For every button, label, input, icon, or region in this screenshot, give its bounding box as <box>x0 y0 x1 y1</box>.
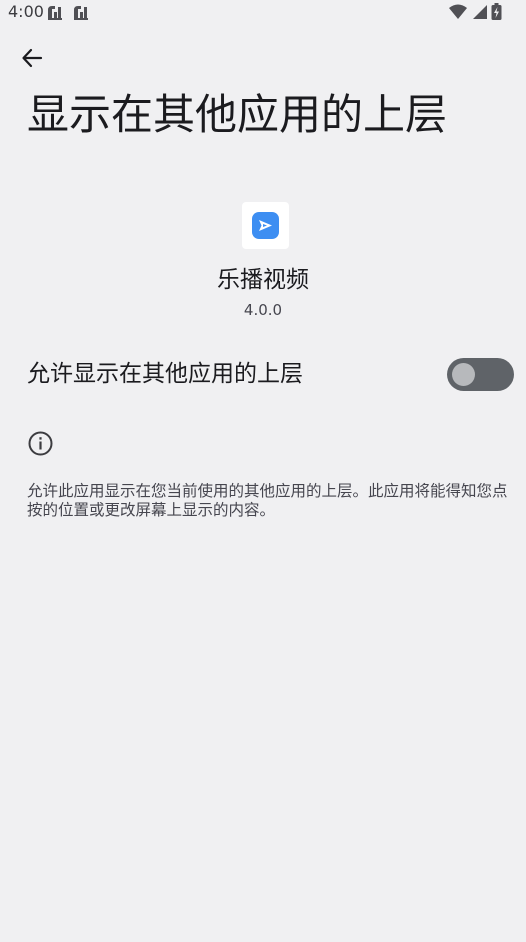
status-icons <box>449 3 502 24</box>
page-title: 显示在其他应用的上层 <box>27 90 448 139</box>
battery-charging-icon <box>491 3 502 24</box>
info-icon <box>28 431 53 456</box>
app-icon <box>242 202 289 249</box>
screen: 4:00 显示在其他应用的上层 乐播视频 4.0.0 允许显示在其他应用的上层 … <box>0 0 526 942</box>
overlay-permission-switch[interactable] <box>447 358 514 391</box>
play-logo-icon <box>252 212 279 239</box>
wifi-icon <box>449 4 467 24</box>
app-version: 4.0.0 <box>243 301 283 319</box>
overlay-permission-row[interactable]: 允许显示在其他应用的上层 <box>0 350 526 400</box>
info-description: 允许此应用显示在您当前使用的其他应用的上层。此应用将能得知您点按的位置或更改屏幕… <box>27 482 508 519</box>
cellular-signal-icon <box>471 4 487 24</box>
toggle-label: 允许显示在其他应用的上层 <box>27 361 303 387</box>
switch-thumb <box>452 363 475 386</box>
arrow-back-icon <box>21 47 43 73</box>
app-notification-icon <box>46 3 64 21</box>
back-button[interactable] <box>14 42 50 78</box>
app-notification-icon <box>72 3 90 21</box>
status-bar: 4:00 <box>0 0 526 24</box>
app-name: 乐播视频 <box>217 267 309 293</box>
status-time: 4:00 <box>8 2 44 21</box>
